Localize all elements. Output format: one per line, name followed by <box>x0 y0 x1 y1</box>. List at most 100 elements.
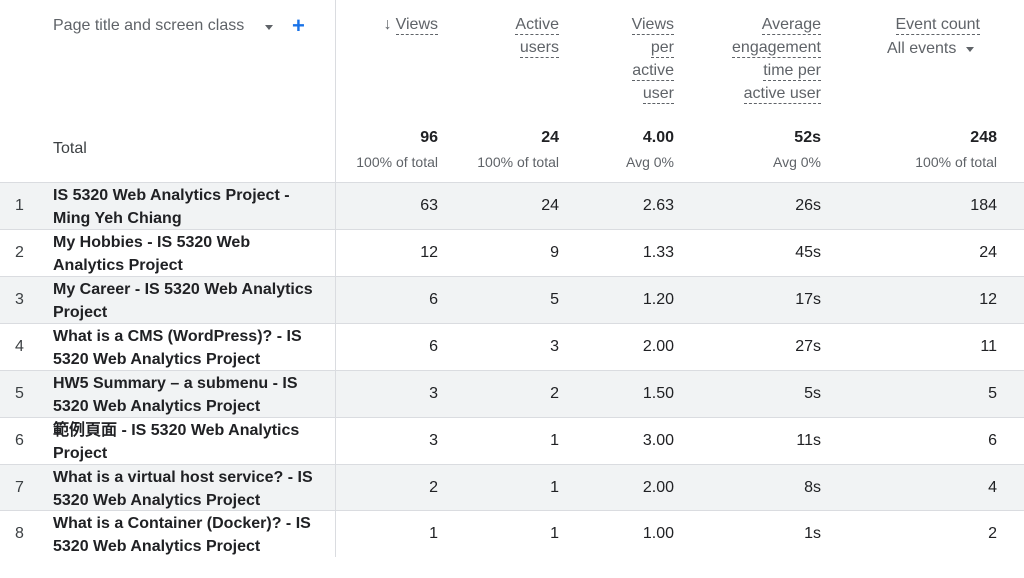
arrow-down-icon: ↓ <box>383 16 392 33</box>
chevron-down-icon[interactable] <box>265 25 273 30</box>
event-filter-dropdown[interactable]: All events <box>887 40 975 58</box>
plus-icon[interactable]: + <box>292 14 305 38</box>
row-page-title[interactable]: My Career - IS 5320 Web Analytics Projec… <box>53 278 318 324</box>
table-row[interactable]: 7 What is a virtual host service? - IS 53… <box>0 464 1024 511</box>
row-eng-cell: 11s <box>796 432 821 449</box>
row-users-cell: 24 <box>541 197 559 214</box>
dimension-selector[interactable]: Page title and screen class <box>53 17 244 35</box>
row-users-cell: 2 <box>550 385 559 402</box>
row-events-cell: 12 <box>979 291 997 308</box>
total-vpu-value: 4.00 <box>642 129 674 146</box>
total-events-sub: 100% of total <box>915 154 997 170</box>
col-header-active-users[interactable]: Active users <box>515 13 559 59</box>
row-events-cell: 2 <box>988 525 997 542</box>
col-header-active-users-line1: Active <box>515 16 559 35</box>
total-event-count: 248 100% of total <box>915 129 997 170</box>
row-views-cell: 6 <box>429 291 438 308</box>
column-divider <box>335 511 336 557</box>
row-page-title[interactable]: What is a CMS (WordPress)? - IS 5320 Web… <box>53 325 318 371</box>
row-eng-cell: 5s <box>804 385 821 402</box>
row-index: 8 <box>15 525 24 542</box>
row-page-title[interactable]: What is a Container (Docker)? - IS 5320 … <box>53 512 318 558</box>
total-active-users-value: 24 <box>541 129 559 146</box>
row-vpu-cell: 1.20 <box>642 291 674 308</box>
total-avg-engagement: 52s Avg 0% <box>773 129 821 170</box>
dimension-label: Page title and screen class <box>53 17 245 34</box>
row-users-cell: 1 <box>550 525 559 542</box>
row-vpu-cell: 1.33 <box>642 244 674 261</box>
total-views-sub: 100% of total <box>356 154 438 170</box>
col-header-vpu-line4: user <box>642 85 674 104</box>
col-header-views-per-user[interactable]: Views per active user <box>631 13 674 105</box>
col-header-eng-line1: Average <box>761 16 821 35</box>
row-eng-cell: 8s <box>804 479 821 496</box>
event-filter-value: All events <box>887 40 957 57</box>
col-header-event-count-label: Event count <box>895 16 980 35</box>
table-row[interactable]: 3 My Career - IS 5320 Web Analytics Proje… <box>0 276 1024 323</box>
row-index: 2 <box>15 244 24 261</box>
total-eng-value: 52s <box>794 129 821 146</box>
col-header-eng-line4: active user <box>743 85 821 104</box>
row-index: 4 <box>15 338 24 355</box>
table-row[interactable]: 8 What is a Container (Docker)? - IS 5320… <box>0 510 1024 557</box>
col-header-event-count[interactable]: Event count <box>895 13 980 36</box>
row-events-cell: 184 <box>970 197 997 214</box>
column-divider <box>335 230 336 276</box>
col-header-vpu-line1: Views <box>631 16 674 35</box>
table-row[interactable]: 4 What is a CMS (WordPress)? - IS 5320 We… <box>0 323 1024 370</box>
row-index: 1 <box>15 197 24 214</box>
column-divider <box>335 371 336 417</box>
row-events-cell: 11 <box>980 338 997 355</box>
row-page-title[interactable]: HW5 Summary – a submenu - IS 5320 Web An… <box>53 372 318 418</box>
total-eng-sub: Avg 0% <box>773 154 821 170</box>
row-page-title[interactable]: My Hobbies - IS 5320 Web Analytics Proje… <box>53 231 318 277</box>
col-header-active-users-line2: users <box>519 39 559 58</box>
row-views-cell: 3 <box>429 432 438 449</box>
col-header-eng-line3: time per <box>763 62 821 81</box>
table-row[interactable]: 5 HW5 Summary – a submenu - IS 5320 Web A… <box>0 370 1024 417</box>
table-row[interactable]: 1 IS 5320 Web Analytics Project - Ming Ye… <box>0 182 1024 229</box>
row-users-cell: 1 <box>550 479 559 496</box>
row-events-cell: 6 <box>988 432 997 449</box>
row-eng-cell: 27s <box>795 338 821 355</box>
row-views-cell: 3 <box>429 385 438 402</box>
row-eng-cell: 1s <box>804 525 821 542</box>
row-vpu-cell: 2.00 <box>642 338 674 355</box>
total-views: 96 100% of total <box>356 129 438 170</box>
col-header-views[interactable]: ↓ Views <box>384 13 438 36</box>
row-views-cell: 2 <box>429 479 438 496</box>
row-page-title[interactable]: IS 5320 Web Analytics Project - Ming Yeh… <box>53 184 318 230</box>
row-vpu-cell: 3.00 <box>642 432 674 449</box>
col-header-avg-engagement[interactable]: Average engagement time per active user <box>732 13 821 105</box>
total-views-per-user: 4.00 Avg 0% <box>626 129 674 170</box>
total-active-users-sub: 100% of total <box>477 154 559 170</box>
row-index: 3 <box>15 291 24 308</box>
row-page-title[interactable]: What is a virtual host service? - IS 532… <box>53 466 318 512</box>
col-header-eng-line2: engagement <box>732 39 821 58</box>
row-views-cell: 63 <box>420 197 438 214</box>
row-events-cell: 24 <box>979 244 997 261</box>
row-events-cell: 4 <box>988 479 997 496</box>
row-eng-cell: 26s <box>795 197 821 214</box>
row-views-cell: 6 <box>429 338 438 355</box>
row-views-cell: 12 <box>420 244 438 261</box>
row-vpu-cell: 1.00 <box>642 525 674 542</box>
total-events-value: 248 <box>970 129 997 146</box>
row-events-cell: 5 <box>988 385 997 402</box>
row-users-cell: 9 <box>550 244 559 261</box>
table-row[interactable]: 2 My Hobbies - IS 5320 Web Analytics Proj… <box>0 229 1024 276</box>
column-divider <box>335 324 336 370</box>
row-vpu-cell: 1.50 <box>642 385 674 402</box>
total-vpu-sub: Avg 0% <box>626 154 674 170</box>
total-label: Total <box>53 140 87 157</box>
row-page-title[interactable]: 範例頁面 - IS 5320 Web Analytics Project <box>53 419 318 465</box>
row-vpu-cell: 2.63 <box>642 197 674 214</box>
row-users-cell: 3 <box>550 338 559 355</box>
row-users-cell: 5 <box>550 291 559 308</box>
column-divider <box>335 183 336 229</box>
col-header-vpu-line2: per <box>650 39 674 58</box>
column-divider <box>335 418 336 464</box>
total-views-value: 96 <box>420 129 438 146</box>
table-row[interactable]: 6 範例頁面 - IS 5320 Web Analytics Project 3 1 3… <box>0 417 1024 464</box>
row-views-cell: 1 <box>429 525 438 542</box>
